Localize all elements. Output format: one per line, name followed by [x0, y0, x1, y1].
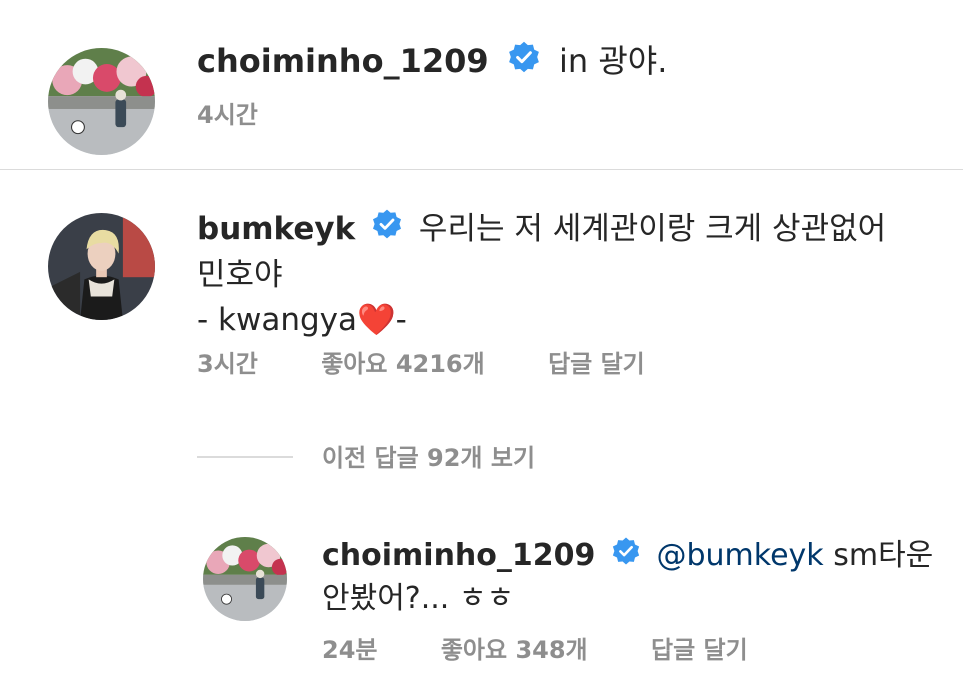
view-previous-replies-button[interactable]: 이전 답글 92개 보기 [322, 440, 535, 476]
location-prefix: in [558, 42, 589, 80]
comment-text-line1: 우리는 저 세계관이랑 크게 상관없어 [418, 211, 887, 247]
post-author-username[interactable]: choiminho_1209 [197, 42, 489, 80]
comment-timestamp: 3시간 [197, 350, 258, 378]
replies-divider-line [197, 456, 293, 458]
avatar-post-author[interactable] [48, 48, 155, 155]
location-link[interactable]: 광야. [598, 42, 667, 80]
reply-timestamp: 24분 [322, 636, 378, 664]
verified-badge-icon [611, 536, 641, 578]
post-timestamp: 4시간 [197, 101, 258, 129]
avatar-image [48, 213, 155, 320]
comment-body: bumkeyk 우리는 저 세계관이랑 크게 상관없어 민호야 - kwangy… [197, 207, 917, 343]
reply-meta: 24분 좋아요 348개 답글 달기 [322, 632, 803, 668]
comment-reply-button[interactable]: 답글 달기 [548, 350, 645, 378]
avatar-image [203, 537, 287, 621]
reply-author-username[interactable]: choiminho_1209 [322, 538, 595, 573]
comment-meta: 3시간 좋아요 4216개 답글 달기 [197, 346, 700, 382]
verified-badge-icon [507, 40, 541, 86]
reply-text-line2: 안봤어?... ㅎㅎ [322, 580, 515, 616]
comment-text-line3: - kwangya❤️- [197, 302, 407, 338]
reply-text-part1: sm타운 [833, 538, 934, 573]
header-divider [0, 169, 963, 170]
avatar-reply-author[interactable] [203, 537, 287, 621]
comment-text-line2: 민호야 [197, 257, 283, 293]
reply-likes-button[interactable]: 좋아요 348개 [441, 636, 588, 664]
reply-body: choiminho_1209 @bumkeyk sm타운 안봤어?... ㅎㅎ [322, 535, 942, 620]
avatar-image [48, 48, 155, 155]
avatar-comment-author[interactable] [48, 213, 155, 320]
verified-badge-icon [371, 208, 403, 253]
reply-reply-button[interactable]: 답글 달기 [651, 636, 748, 664]
comment-likes-button[interactable]: 좋아요 4216개 [321, 350, 484, 378]
post-header-line: choiminho_1209 in 광야. [197, 38, 667, 86]
comment-author-username[interactable]: bumkeyk [197, 211, 355, 247]
mention-link[interactable]: @bumkeyk [657, 538, 824, 573]
